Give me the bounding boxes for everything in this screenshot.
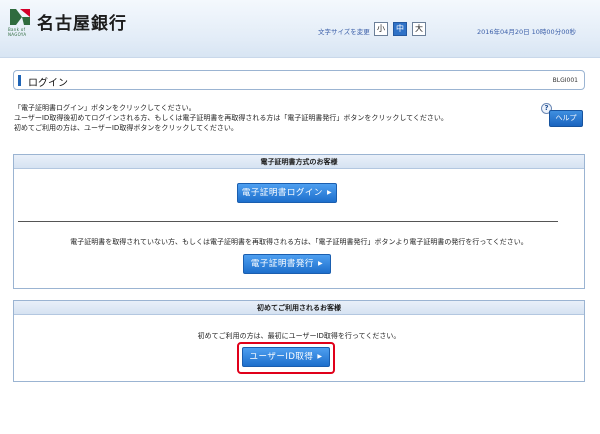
instruction-line: 「電子証明書ログイン」ボタンをクリックしてください。 [14,104,196,112]
screen-id: BLGI001 [552,77,578,84]
instruction-line: ユーザーID取得後初めてログインされる方、もしくは電子証明書を再取得される方は「… [14,114,448,122]
font-size-label: 文字サイズを変更 [318,28,370,36]
page-header: Bank of NAGOYA 名古屋銀行 文字サイズを変更 小 中 大 2016… [0,0,600,58]
first-time-panel-title: 初めてご利用されるお客様 [14,301,584,315]
arrow-right-icon: ▶ [317,260,324,267]
page-title: ログイン [28,78,68,89]
page-title-bar: ログイン BLGI001 [13,70,585,90]
help-button[interactable]: ヘルプ [549,110,583,127]
certificate-issue-label: 電子証明書発行 [250,259,314,269]
certificate-panel-title: 電子証明書方式のお客様 [14,155,584,169]
certificate-login-label: 電子証明書ログイン [241,188,323,198]
certificate-issue-note: 電子証明書を取得されていない方、もしくは電子証明書を再取得される方は、「電子証明… [70,238,528,246]
arrow-right-icon: ▶ [326,189,333,196]
certificate-login-button[interactable]: 電子証明書ログイン ▶ [237,183,337,203]
bank-name: 名古屋銀行 [37,14,127,34]
instruction-line: 初めてご利用の方は、ユーザーID取得ボタンをクリックしてください。 [14,124,238,132]
certificate-panel: 電子証明書方式のお客様 電子証明書ログイン ▶ 電子証明書を取得されていない方、も… [13,154,585,289]
bank-logo-icon [10,9,30,25]
bank-logo-subtext: Bank of NAGOYA [8,27,27,37]
font-size-medium-button[interactable]: 中 [393,22,407,36]
font-size-large-button[interactable]: 大 [412,22,426,36]
current-datetime: 2016年04月20日 10時00分00秒 [477,28,576,36]
instructions: 「電子証明書ログイン」ボタンをクリックしてください。 ユーザーID取得後初めてロ… [14,103,534,133]
first-time-note: 初めてご利用の方は、最初にユーザーID取得を行ってください。 [197,332,401,340]
font-size-small-button[interactable]: 小 [374,22,388,36]
panel-divider [18,221,558,222]
certificate-issue-button[interactable]: 電子証明書発行 ▶ [243,254,331,274]
highlight-box [237,342,335,374]
